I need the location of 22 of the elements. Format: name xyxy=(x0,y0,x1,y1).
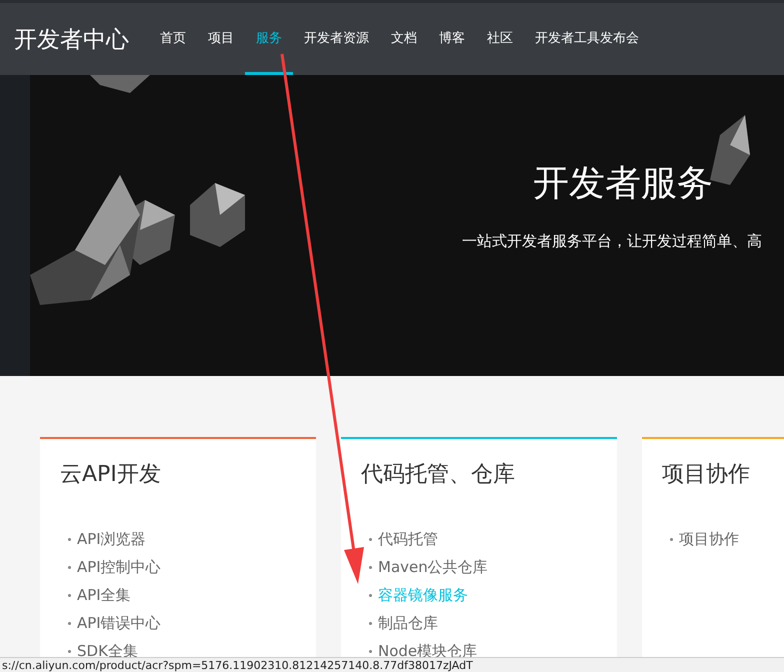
card-title: 项目协作 xyxy=(662,461,751,489)
nav-tab[interactable]: 博客 xyxy=(428,3,476,75)
nav-tab[interactable]: 开发者工具发布会 xyxy=(524,3,650,75)
nav-tab[interactable]: 开发者资源 xyxy=(293,3,380,75)
service-link[interactable]: API控制中心 xyxy=(68,557,161,577)
service-link[interactable]: API错误中心 xyxy=(68,613,161,633)
service-link[interactable]: 代码托管 xyxy=(369,529,438,549)
card-title: 云API开发 xyxy=(60,461,162,489)
hero-title: 开发者服务 xyxy=(533,162,713,206)
nav-tab[interactable]: 社区 xyxy=(476,3,524,75)
service-link[interactable]: API浏览器 xyxy=(68,529,146,549)
card-title: 代码托管、仓库 xyxy=(361,461,516,489)
site-logo[interactable]: 开发者中心 xyxy=(14,24,129,54)
service-link[interactable]: API全集 xyxy=(68,585,131,605)
service-link[interactable]: Maven公共仓库 xyxy=(369,557,488,577)
nav-tab[interactable]: 首页 xyxy=(149,3,197,75)
hero-subtitle: 一站式开发者服务平台，让开发过程简单、高 xyxy=(462,232,762,251)
service-link[interactable]: 项目协作 xyxy=(670,529,739,549)
service-link[interactable]: 制品仓库 xyxy=(369,613,438,633)
nav-tab[interactable]: 项目 xyxy=(197,3,245,75)
nav-tab[interactable]: 文档 xyxy=(380,3,428,75)
status-url: s://cn.aliyun.com/product/acr?spm=5176.11902310.81214257140.8.77df38017zJAdT xyxy=(0,657,784,672)
